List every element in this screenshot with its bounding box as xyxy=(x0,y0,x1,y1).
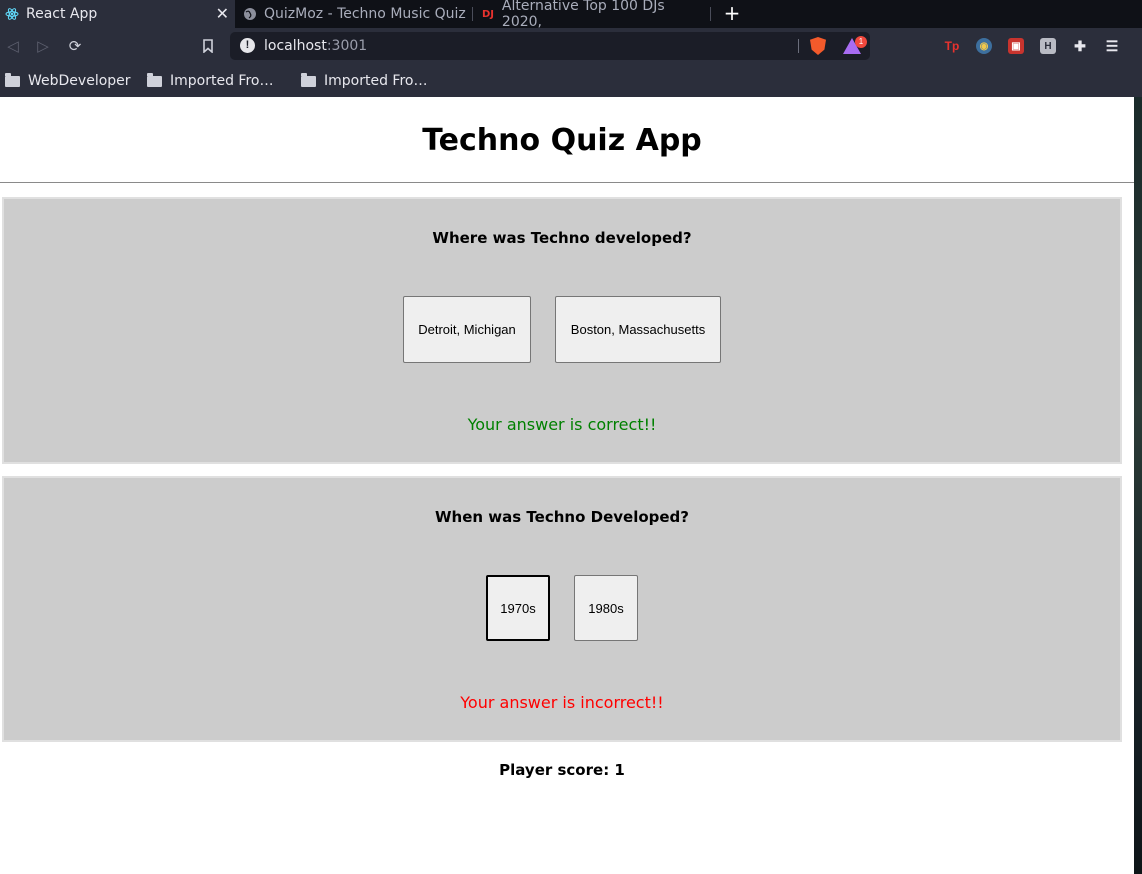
tab-title: React App xyxy=(26,6,98,22)
player-score: Player score: 1 xyxy=(499,761,625,779)
url-divider xyxy=(798,39,799,53)
tab-dj-list[interactable]: DJ Alternative Top 100 DJs 2020, xyxy=(476,0,708,28)
bookmark-label: Imported Fro… xyxy=(324,73,428,89)
page-viewport: Techno Quiz App Where was Techno develop… xyxy=(0,97,1134,874)
dj-icon: DJ xyxy=(481,8,494,20)
answer-button-1970s[interactable]: 1970s xyxy=(486,575,550,641)
answer-button-detroit[interactable]: Detroit, Michigan xyxy=(403,296,531,363)
url-text[interactable]: localhost:3001 xyxy=(264,38,367,54)
menu-icon[interactable]: ☰ xyxy=(1104,38,1120,54)
tab-react-app[interactable]: React App ✕ xyxy=(0,0,235,28)
bookmark-webdeveloper[interactable]: WebDeveloper xyxy=(5,71,131,91)
forward-button[interactable]: ▷ xyxy=(31,34,55,58)
react-icon xyxy=(4,6,20,22)
question-card: When was Techno Developed? 1970s 1980s Y… xyxy=(2,476,1122,742)
tab-title: Alternative Top 100 DJs 2020, xyxy=(501,0,665,28)
reload-button[interactable]: ⟳ xyxy=(63,34,87,58)
answer-feedback: Your answer is incorrect!! xyxy=(460,693,664,712)
bookmark-imported-1[interactable]: Imported Fro… xyxy=(147,71,273,91)
folder-icon xyxy=(301,72,316,87)
face-extension-icon[interactable]: ◉ xyxy=(976,38,992,54)
desktop-background-strip xyxy=(1134,97,1142,874)
new-tab-button[interactable]: + xyxy=(722,2,742,24)
folder-icon xyxy=(147,72,162,87)
answer-feedback: Your answer is correct!! xyxy=(467,415,657,434)
close-tab-icon[interactable]: ✕ xyxy=(216,5,229,23)
bookmarks-bar: WebDeveloper Imported Fro… Imported Fro… xyxy=(0,64,1142,97)
tab-separator xyxy=(472,7,473,21)
app-header: Techno Quiz App xyxy=(0,97,1134,183)
navigation-bar: ◁ ▷ ⟳ ! localhost:3001 1 Tp ◉ ▣ H ✚ ☰ xyxy=(0,28,1142,64)
tab-strip: React App ✕ QuizMoz - Techno Music Quiz … xyxy=(0,0,1142,28)
back-button[interactable]: ◁ xyxy=(1,34,25,58)
answer-button-1980s[interactable]: 1980s xyxy=(574,575,638,641)
tab-quizmoz[interactable]: QuizMoz - Techno Music Quiz xyxy=(238,0,468,28)
brave-shield-icon[interactable] xyxy=(810,37,826,55)
question-card: Where was Techno developed? Detroit, Mic… xyxy=(2,197,1122,464)
hacker-extension-icon[interactable]: H xyxy=(1040,38,1056,54)
folder-icon xyxy=(5,72,20,87)
question-text: When was Techno Developed? xyxy=(435,508,689,526)
question-text: Where was Techno developed? xyxy=(432,229,692,247)
globe-icon xyxy=(242,6,258,22)
bookmark-label: WebDeveloper xyxy=(28,73,131,89)
tab-separator xyxy=(710,7,711,21)
address-bar[interactable]: ! localhost:3001 1 xyxy=(230,32,870,60)
tab-title: QuizMoz - Techno Music Quiz xyxy=(264,6,466,22)
site-info-icon[interactable]: ! xyxy=(240,38,255,53)
bookmark-imported-2[interactable]: Imported Fro… xyxy=(301,71,427,91)
bookmark-icon[interactable] xyxy=(196,34,220,58)
bookmark-label: Imported Fro… xyxy=(170,73,274,89)
answer-button-boston[interactable]: Boston, Massachusetts xyxy=(555,296,721,363)
extensions-puzzle-icon[interactable]: ✚ xyxy=(1072,38,1088,54)
tp-extension-icon[interactable]: Tp xyxy=(944,38,960,54)
page-title: Techno Quiz App xyxy=(422,123,702,158)
rewards-badge: 1 xyxy=(855,36,867,48)
shield-extension-icon[interactable]: ▣ xyxy=(1008,38,1024,54)
